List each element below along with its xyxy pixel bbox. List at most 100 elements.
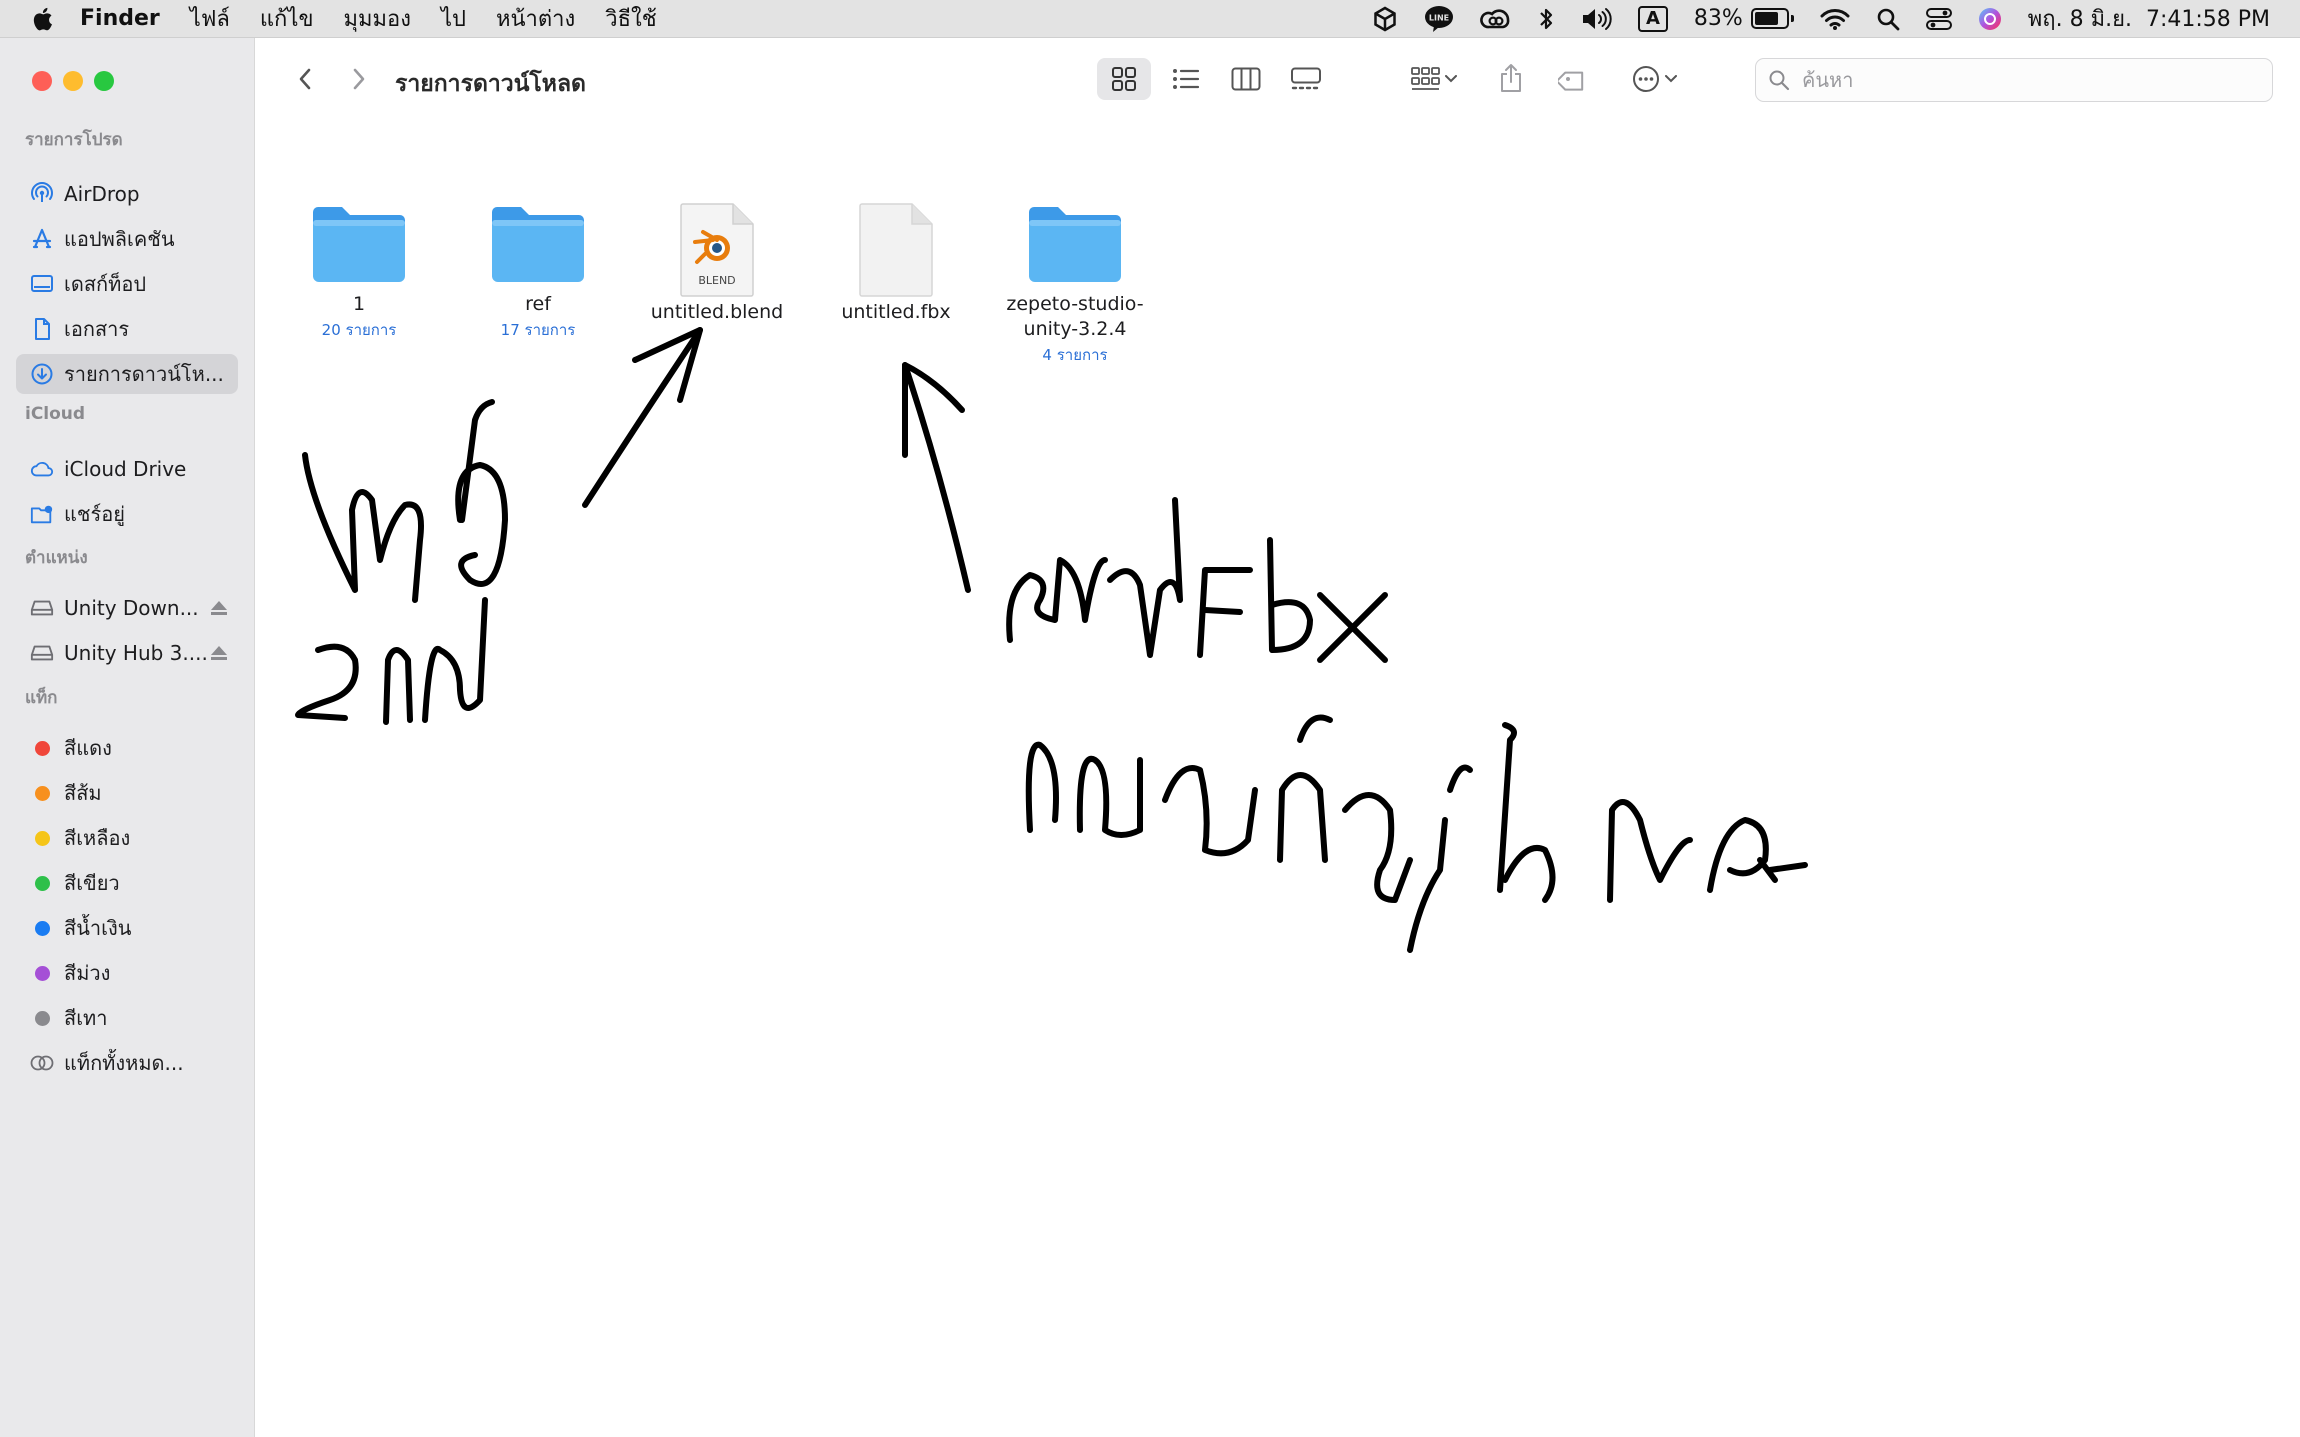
sidebar-item-label: Unity Down...: [64, 596, 199, 620]
shared-folder-icon: [30, 502, 54, 526]
finder-window: รายการโปรด AirDrop แอปพลิเคชัน เดสก์ท็อป…: [0, 38, 2300, 1437]
chevron-down-icon: [1445, 75, 1457, 83]
apple-icon[interactable]: [30, 6, 54, 32]
control-center-icon[interactable]: [1925, 7, 1952, 30]
sidebar-tag-green[interactable]: สีเขียว: [16, 863, 238, 903]
desktop-icon: [30, 272, 54, 296]
siri-icon[interactable]: [1978, 7, 2002, 31]
ellipsis-circle-icon: [1632, 66, 1659, 92]
chevron-left-icon: [299, 68, 311, 90]
menu-view[interactable]: มุมมอง: [343, 1, 410, 36]
line-app-icon[interactable]: LINE: [1424, 5, 1454, 33]
tag-dot-icon: [34, 830, 50, 846]
sidebar-item-desktop[interactable]: เดสก์ท็อป: [16, 264, 238, 304]
blend-badge: BLEND: [698, 274, 735, 287]
sidebar-item-label: สีน้ำเงิน: [64, 916, 132, 940]
unity-icon[interactable]: [1372, 6, 1398, 32]
tag-button[interactable]: [1551, 58, 1595, 100]
file-item-fbx[interactable]: untitled.fbx: [821, 202, 971, 325]
sidebar-item-label: สีส้ม: [64, 781, 102, 805]
item-count: 4 รายการ: [1042, 346, 1108, 364]
eject-icon[interactable]: [210, 600, 228, 616]
view-as-list-button[interactable]: [1161, 58, 1211, 100]
creative-cloud-icon[interactable]: [1480, 7, 1512, 31]
tag-dot-icon: [34, 740, 50, 756]
view-as-columns-button[interactable]: [1221, 58, 1271, 100]
svg-text:LINE: LINE: [1429, 13, 1449, 22]
applications-icon: [30, 227, 54, 251]
tag-icon: [1558, 71, 1584, 91]
sidebar-tag-orange[interactable]: สีส้ม: [16, 773, 238, 813]
share-button[interactable]: [1491, 56, 1531, 100]
sidebar-item-icloud-drive[interactable]: iCloud Drive: [16, 449, 238, 489]
sidebar-item-label: แชร์อยู่: [64, 502, 125, 526]
zoom-window-button[interactable]: [94, 71, 114, 91]
search-input[interactable]: [1800, 67, 2244, 93]
menu-clock[interactable]: พฤ. 8 มิ.ย. 7:41:58 PM: [2028, 1, 2270, 36]
view-as-icons-button[interactable]: [1097, 58, 1151, 100]
volume-icon[interactable]: [1580, 7, 1612, 31]
sidebar-tag-blue[interactable]: สีน้ำเงิน: [16, 908, 238, 948]
menu-help[interactable]: วิธีใช้: [605, 1, 656, 36]
input-source-indicator[interactable]: A: [1637, 5, 1668, 32]
sidebar-item-downloads[interactable]: รายการดาวน์โห...: [16, 354, 238, 394]
sidebar-tag-purple[interactable]: สีม่วง: [16, 953, 238, 993]
menu-window[interactable]: หน้าต่าง: [496, 1, 575, 36]
sidebar-item-label: Unity Hub 3....: [64, 641, 208, 665]
spotlight-search-icon[interactable]: [1876, 7, 1900, 31]
sidebar-item-applications[interactable]: แอปพลิเคชัน: [16, 219, 238, 259]
sidebar-item-label: AirDrop: [64, 182, 140, 206]
search-field[interactable]: [1755, 58, 2273, 102]
more-actions-button[interactable]: [1623, 58, 1685, 100]
sidebar-item-airdrop[interactable]: AirDrop: [16, 174, 238, 214]
sidebar-tag-gray[interactable]: สีเทา: [16, 998, 238, 1038]
document-icon: [30, 317, 54, 341]
back-button[interactable]: [285, 62, 325, 96]
grid-icon: [1112, 67, 1136, 91]
forward-button[interactable]: [339, 62, 379, 96]
share-icon: [1501, 64, 1521, 92]
sidebar-tag-red[interactable]: สีแดง: [16, 728, 238, 768]
file-name: 1: [352, 293, 366, 315]
bluetooth-icon[interactable]: [1538, 6, 1554, 32]
folder-icon: [1029, 207, 1121, 282]
sidebar-tag-yellow[interactable]: สีเหลือง: [16, 818, 238, 858]
sidebar-item-unity-download[interactable]: Unity Down...: [16, 588, 238, 628]
sidebar-item-label: รายการดาวน์โห...: [64, 362, 224, 386]
sidebar-item-shared[interactable]: แชร์อยู่: [16, 494, 238, 534]
sidebar-item-unity-hub[interactable]: Unity Hub 3....: [16, 633, 238, 673]
file-item-folder[interactable]: zepeto-studio- unity-3.2.4 4 รายการ: [1000, 202, 1150, 367]
file-name: ref: [525, 293, 551, 315]
folder-icon: [313, 207, 405, 282]
file-item-folder[interactable]: 1 20 รายการ: [284, 202, 434, 342]
close-window-button[interactable]: [32, 71, 52, 91]
battery-status[interactable]: 83%: [1694, 6, 1794, 31]
sidebar-section-locations: ตำแหน่ง: [25, 548, 88, 568]
tag-dot-icon: [34, 785, 50, 801]
file-name: zepeto-studio- unity-3.2.4: [1006, 293, 1144, 340]
airdrop-icon: [30, 182, 54, 206]
file-browser: 1 20 รายการ ref 17 รายการ BLEND untitled…: [255, 124, 2300, 1437]
list-icon: [1173, 69, 1200, 89]
icloud-icon: [30, 457, 54, 481]
minimize-window-button[interactable]: [63, 71, 83, 91]
sidebar-item-label: เดสก์ท็อป: [64, 272, 147, 296]
battery-level: [1754, 12, 1778, 25]
eject-icon[interactable]: [210, 645, 228, 661]
sidebar-item-label: เอกสาร: [64, 317, 130, 341]
wifi-icon[interactable]: [1820, 7, 1850, 31]
item-count: 17 รายการ: [500, 321, 576, 339]
menu-edit[interactable]: แก้ไข: [260, 1, 314, 36]
sidebar-item-label: สีเขียว: [64, 871, 120, 895]
view-as-gallery-button[interactable]: [1281, 58, 1331, 100]
sidebar-all-tags[interactable]: แท็กทั้งหมด...: [16, 1043, 238, 1083]
file-item-folder[interactable]: ref 17 รายการ: [463, 202, 613, 342]
file-item-blend[interactable]: BLEND untitled.blend: [642, 202, 792, 325]
menu-file[interactable]: ไฟล์: [190, 1, 230, 36]
menu-app-finder[interactable]: Finder: [80, 6, 160, 31]
group-by-button[interactable]: [1403, 58, 1465, 100]
menu-go[interactable]: ไป: [441, 1, 466, 36]
all-tags-icon: [30, 1051, 54, 1075]
menu-bar: Finder ไฟล์ แก้ไข มุมมอง ไป หน้าต่าง วิธ…: [0, 0, 2300, 38]
sidebar-item-documents[interactable]: เอกสาร: [16, 309, 238, 349]
